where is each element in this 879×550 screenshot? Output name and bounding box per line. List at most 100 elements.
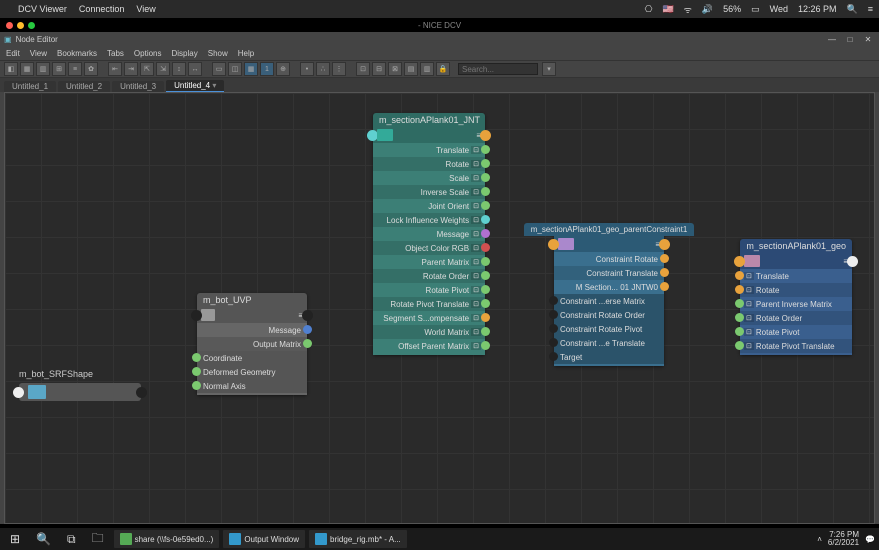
tool-button[interactable]: ⊞	[52, 62, 66, 76]
tool-button[interactable]: ≡	[68, 62, 82, 76]
tool-button[interactable]: ▦	[20, 62, 34, 76]
input-port[interactable]	[548, 239, 559, 250]
input-pin[interactable]	[549, 296, 558, 305]
output-pin[interactable]	[481, 215, 490, 224]
node-parentconstraint[interactable]: m_sectionAPlank01_geo_parentConstraint1 …	[554, 223, 664, 366]
tab[interactable]: Untitled_3	[112, 81, 164, 92]
output-pin[interactable]	[481, 341, 490, 350]
menu-bookmarks[interactable]: Bookmarks	[57, 49, 97, 58]
menu-display[interactable]: Display	[172, 49, 198, 58]
output-port[interactable]	[847, 256, 858, 267]
output-pin[interactable]	[481, 299, 490, 308]
output-pin[interactable]	[481, 257, 490, 266]
output-pin[interactable]	[481, 201, 490, 210]
input-port[interactable]	[734, 256, 745, 267]
tool-button[interactable]: 1	[260, 62, 274, 76]
output-port[interactable]	[136, 387, 147, 398]
output-pin[interactable]	[481, 159, 490, 168]
menu-help[interactable]: Help	[238, 49, 254, 58]
tool-button[interactable]: ✿	[84, 62, 98, 76]
dropdown-button[interactable]: ▾	[542, 62, 556, 76]
output-pin[interactable]	[481, 313, 490, 322]
menu-view[interactable]: View	[30, 49, 47, 58]
output-pin[interactable]	[481, 243, 490, 252]
output-port[interactable]	[659, 239, 670, 250]
output-port[interactable]	[302, 310, 313, 321]
tray-chevron-icon[interactable]: ˄	[817, 535, 822, 544]
menu-edit[interactable]: Edit	[6, 49, 20, 58]
tool-button[interactable]: ⊕	[276, 62, 290, 76]
output-pin[interactable]	[481, 173, 490, 182]
output-pin[interactable]	[660, 282, 669, 291]
input-pin[interactable]	[549, 310, 558, 319]
input-pin[interactable]	[735, 271, 744, 280]
flag-icon[interactable]: 🇺🇸	[662, 4, 673, 15]
output-port[interactable]	[480, 130, 491, 141]
tool-button[interactable]: ↕	[172, 62, 186, 76]
maximize-icon[interactable]	[28, 22, 35, 29]
tool-button[interactable]: 🔒	[436, 62, 450, 76]
mac-menu-view[interactable]: View	[136, 4, 155, 14]
tool-button[interactable]: ▦	[244, 62, 258, 76]
tab[interactable]: Untitled_4 ▾	[166, 80, 224, 92]
input-pin[interactable]	[735, 327, 744, 336]
search-input[interactable]	[458, 63, 538, 75]
output-pin[interactable]	[660, 268, 669, 277]
mac-menu-connection[interactable]: Connection	[79, 4, 125, 14]
output-pin[interactable]	[660, 254, 669, 263]
tool-button[interactable]: ⇲	[156, 62, 170, 76]
output-pin[interactable]	[481, 145, 490, 154]
taskbar-item[interactable]: Output Window	[223, 530, 305, 548]
input-pin[interactable]	[192, 353, 201, 362]
search-icon[interactable]: 🔍	[30, 532, 57, 546]
output-pin[interactable]	[481, 327, 490, 336]
tool-button[interactable]: ↔	[188, 62, 202, 76]
input-port[interactable]	[13, 387, 24, 398]
input-pin[interactable]	[549, 352, 558, 361]
traffic-lights[interactable]	[6, 22, 35, 29]
tool-button[interactable]: •	[300, 62, 314, 76]
output-pin[interactable]	[481, 229, 490, 238]
tool-button[interactable]: ▤	[404, 62, 418, 76]
tab[interactable]: Untitled_2	[58, 81, 110, 92]
node-geo[interactable]: m_sectionAPlank01_geo ≡ ⊡Translate⊡Rotat…	[740, 239, 852, 355]
tool-button[interactable]: ▭	[212, 62, 226, 76]
tool-button[interactable]: ⊟	[372, 62, 386, 76]
input-pin[interactable]	[735, 313, 744, 322]
tool-button[interactable]: ⇱	[140, 62, 154, 76]
output-pin[interactable]	[481, 187, 490, 196]
minimize-button[interactable]: —	[825, 35, 839, 44]
input-pin[interactable]	[192, 367, 201, 376]
input-pin[interactable]	[735, 341, 744, 350]
tool-button[interactable]: ⋮	[332, 62, 346, 76]
tool-button[interactable]: ▥	[36, 62, 50, 76]
window-titlebar[interactable]: ▣ Node Editor — □ ✕	[0, 32, 879, 46]
menu-tabs[interactable]: Tabs	[107, 49, 124, 58]
notification-icon[interactable]: 💬	[865, 535, 875, 544]
explorer-icon[interactable]: 🗀	[86, 529, 110, 550]
output-pin[interactable]	[481, 285, 490, 294]
output-pin[interactable]	[303, 339, 312, 348]
input-pin[interactable]	[735, 285, 744, 294]
tool-button[interactable]: ⇤	[108, 62, 122, 76]
minimize-icon[interactable]	[17, 22, 24, 29]
tool-button[interactable]: ∴	[316, 62, 330, 76]
close-icon[interactable]	[6, 22, 13, 29]
maximize-button[interactable]: □	[843, 35, 857, 44]
wifi-icon[interactable]: ᯤ	[684, 3, 692, 16]
tool-button[interactable]: ▥	[420, 62, 434, 76]
start-button[interactable]: ⊞	[4, 532, 26, 546]
input-pin[interactable]	[549, 338, 558, 347]
tool-button[interactable]: ◧	[4, 62, 18, 76]
tool-button[interactable]: ◫	[228, 62, 242, 76]
battery-icon[interactable]: ▭	[751, 4, 760, 15]
node-uvp[interactable]: m_bot_UVP ≡ Message Output Matrix Coordi…	[197, 293, 307, 395]
system-icon[interactable]: ⎔	[645, 4, 653, 15]
search-icon[interactable]: 🔍	[847, 4, 858, 15]
node-jnt[interactable]: m_sectionAPlank01_JNT ≡ Translate⊡Rotate…	[373, 113, 485, 355]
output-pin[interactable]	[481, 271, 490, 280]
tool-button[interactable]: ⇥	[124, 62, 138, 76]
taskbar-item[interactable]: share (\\fs-0e59ed0...)	[114, 530, 220, 548]
task-view-icon[interactable]: ⧉	[61, 532, 82, 547]
menu-show[interactable]: Show	[208, 49, 228, 58]
